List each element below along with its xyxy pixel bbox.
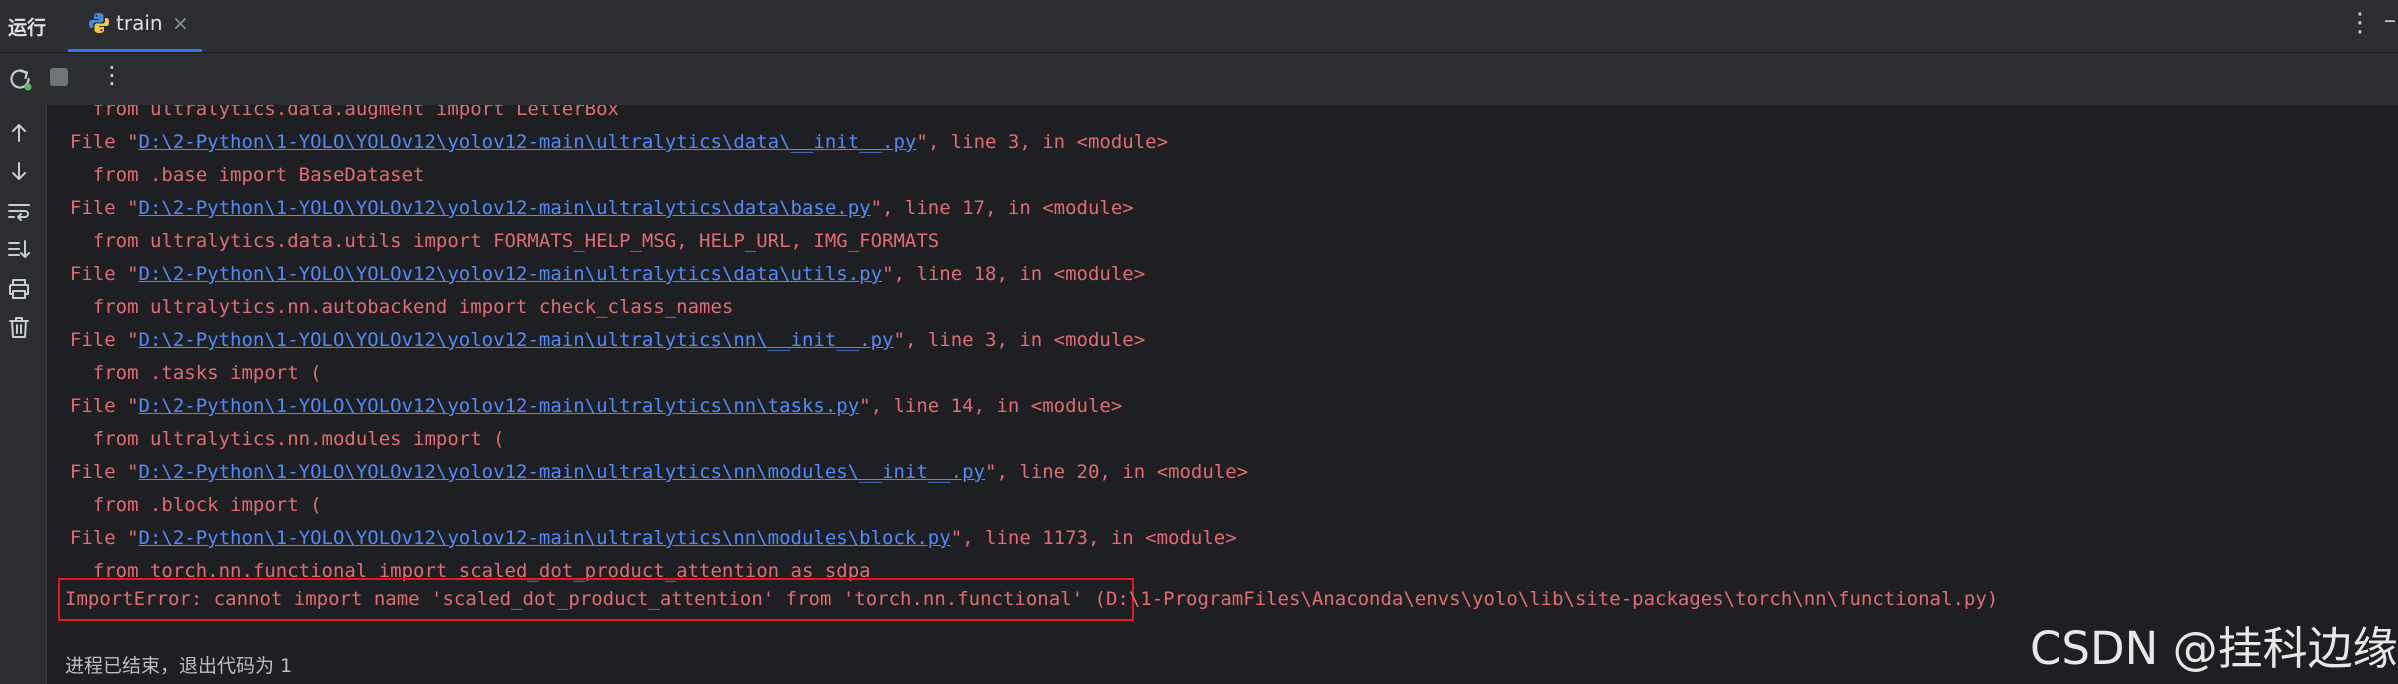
python-icon (89, 13, 109, 33)
more-options-icon[interactable]: ⋮ (2347, 8, 2373, 38)
file-link[interactable]: D:\2-Python\1-YOLO\YOLOv12\yolov12-main\… (139, 131, 917, 153)
traceback-file-line: File "D:\2-Python\1-YOLO\YOLOv12\yolov12… (47, 461, 1249, 483)
traceback-file-line: File "D:\2-Python\1-YOLO\YOLOv12\yolov12… (47, 329, 1146, 351)
file-link[interactable]: D:\2-Python\1-YOLO\YOLOv12\yolov12-main\… (139, 197, 871, 219)
rerun-icon[interactable] (6, 65, 34, 93)
file-link[interactable]: D:\2-Python\1-YOLO\YOLOv12\yolov12-main\… (139, 329, 894, 351)
traceback-code-line: from ultralytics.nn.modules import ( (47, 428, 505, 450)
print-icon[interactable] (5, 275, 33, 303)
error-location: (D:\1-ProgramFiles\Anaconda\envs\yolo\li… (1083, 588, 1999, 610)
close-icon[interactable]: × (172, 11, 189, 35)
tool-window-title: 运行 (8, 17, 47, 39)
run-tool-window-header: 运行 train × ⋮ – (0, 0, 2398, 53)
traceback-code-line: from ultralytics.nn.autobackend import c… (47, 296, 734, 318)
console-output[interactable]: from ultralytics.data.augment import Let… (47, 105, 2398, 684)
tab-label: train (116, 11, 163, 35)
file-link[interactable]: D:\2-Python\1-YOLO\YOLOv12\yolov12-main\… (139, 263, 883, 285)
arrow-up-icon[interactable] (5, 119, 33, 147)
traceback-file-line: File "D:\2-Python\1-YOLO\YOLOv12\yolov12… (47, 527, 1237, 549)
traceback-code-line: from .tasks import ( (47, 362, 322, 384)
traceback-file-line: File "D:\2-Python\1-YOLO\YOLOv12\yolov12… (47, 197, 1134, 219)
watermark: CSDN @挂科边缘 (2030, 622, 2398, 675)
minimize-icon[interactable]: – (2384, 6, 2396, 34)
traceback-file-line: File "D:\2-Python\1-YOLO\YOLOv12\yolov12… (47, 263, 1146, 285)
traceback-file-line: File "D:\2-Python\1-YOLO\YOLOv12\yolov12… (47, 131, 1169, 153)
traceback-code-line: from .base import BaseDataset (47, 164, 425, 186)
traceback-file-line: File "D:\2-Python\1-YOLO\YOLOv12\yolov12… (47, 395, 1123, 417)
tab-train[interactable]: train × (68, 0, 202, 52)
file-link[interactable]: D:\2-Python\1-YOLO\YOLOv12\yolov12-main\… (139, 395, 860, 417)
console-side-toolbar (0, 105, 47, 684)
arrow-down-icon[interactable] (5, 157, 33, 185)
error-line: ImportError: cannot import name 'scaled_… (65, 583, 1998, 616)
traceback-code-line: from .block import ( (47, 494, 322, 516)
run-toolbar: ⋮ (0, 53, 2398, 105)
console-line: from ultralytics.data.augment import Let… (47, 105, 619, 120)
file-link[interactable]: D:\2-Python\1-YOLO\YOLOv12\yolov12-main\… (139, 461, 985, 483)
toolbar-more-icon[interactable]: ⋮ (100, 61, 124, 89)
file-link[interactable]: D:\2-Python\1-YOLO\YOLOv12\yolov12-main\… (139, 527, 951, 549)
exit-message: 进程已结束，退出代码为 1 (65, 655, 293, 677)
error-message: ImportError: cannot import name 'scaled_… (65, 588, 1084, 610)
stop-button[interactable] (50, 68, 68, 86)
soft-wrap-icon[interactable] (5, 197, 33, 225)
scroll-to-end-icon[interactable] (5, 235, 33, 263)
trash-icon[interactable] (5, 313, 33, 341)
traceback-code-line: from ultralytics.data.utils import FORMA… (47, 230, 940, 252)
